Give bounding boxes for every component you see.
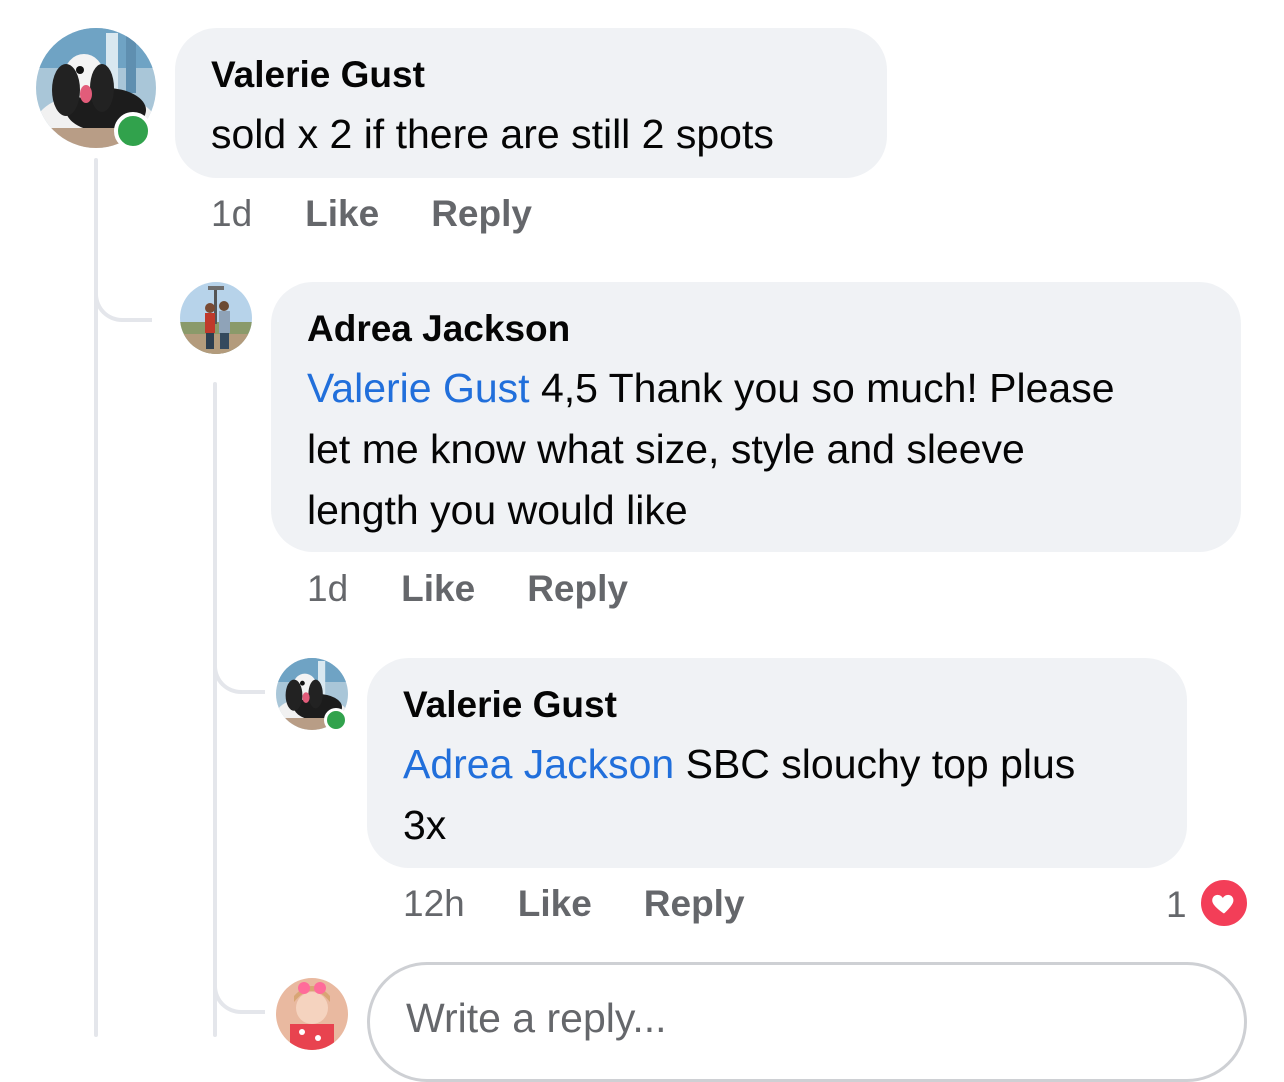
comment-timestamp[interactable]: 12h xyxy=(403,883,465,925)
mention-link[interactable]: Adrea Jackson xyxy=(403,741,674,787)
comment-text-line: 4,5 Thank you so much! Please xyxy=(529,365,1115,411)
comment-text: sold x 2 if there are still 2 spots xyxy=(211,111,774,157)
comment-actions: 12h Like Reply xyxy=(403,883,745,925)
comment-bubble[interactable]: Valerie Gust sold x 2 if there are still… xyxy=(175,28,887,178)
comment-text-line: SBC slouchy top plus xyxy=(674,741,1076,787)
thread-connector-2 xyxy=(213,630,265,694)
comment-text-line: 3x xyxy=(403,802,447,848)
comment-author[interactable]: Adrea Jackson xyxy=(307,308,570,350)
thread-connector-3 xyxy=(213,950,265,1014)
online-status-indicator xyxy=(324,708,348,732)
comment-timestamp[interactable]: 1d xyxy=(211,193,252,235)
online-status-indicator xyxy=(114,112,152,150)
comment-text-line: length you would like xyxy=(307,487,688,533)
like-button[interactable]: Like xyxy=(518,883,592,925)
like-button[interactable]: Like xyxy=(401,568,475,610)
reply-button[interactable]: Reply xyxy=(431,193,532,235)
reaction-count[interactable]: 1 xyxy=(1166,884,1187,926)
comment-timestamp[interactable]: 1d xyxy=(307,568,348,610)
reply-button[interactable]: Reply xyxy=(527,568,628,610)
comment-actions: 1d Like Reply xyxy=(211,193,532,235)
heart-glyph-icon xyxy=(1212,894,1234,914)
comment-text: Adrea Jackson SBC slouchy top plus 3x xyxy=(403,734,1173,856)
mention-link[interactable]: Valerie Gust xyxy=(307,365,530,411)
heart-icon[interactable] xyxy=(1199,878,1249,928)
comment-text-line: let me know what size, style and sleeve xyxy=(307,426,1025,472)
comment-bubble[interactable]: Adrea Jackson Valerie Gust 4,5 Thank you… xyxy=(271,282,1241,552)
thread-connector-1 xyxy=(94,262,152,322)
comment-author[interactable]: Valerie Gust xyxy=(211,54,425,96)
avatar-adrea-jackson[interactable] xyxy=(180,282,252,354)
child-photo xyxy=(276,978,348,1050)
thread-line-nested xyxy=(213,382,217,1037)
comment-actions: 1d Like Reply xyxy=(307,568,628,610)
avatar-current-user[interactable] xyxy=(276,978,348,1050)
comment-bubble[interactable]: Valerie Gust Adrea Jackson SBC slouchy t… xyxy=(367,658,1187,868)
comment-author[interactable]: Valerie Gust xyxy=(403,684,617,726)
couple-photo xyxy=(180,282,252,354)
reply-placeholder: Write a reply... xyxy=(406,995,667,1041)
comment-text: Valerie Gust 4,5 Thank you so much! Plea… xyxy=(307,358,1227,541)
reply-button[interactable]: Reply xyxy=(644,883,745,925)
reply-input[interactable]: Write a reply... xyxy=(367,962,1247,1082)
like-button[interactable]: Like xyxy=(305,193,379,235)
